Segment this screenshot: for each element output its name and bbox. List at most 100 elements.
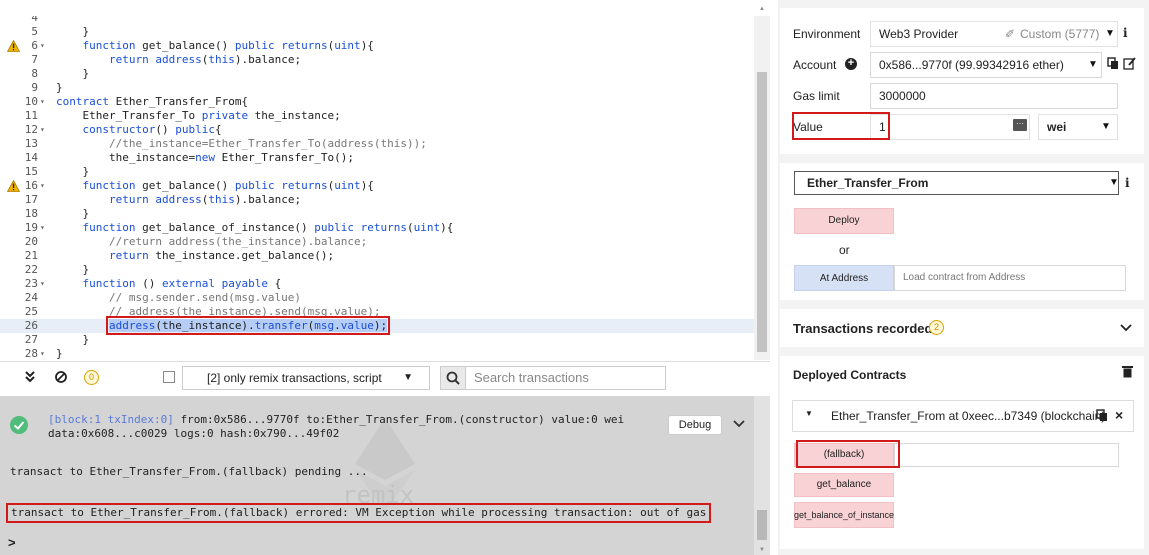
line-number: 10 — [24, 95, 38, 108]
code-text: return address(this).balance; — [108, 193, 302, 206]
copy-address-icon[interactable] — [1096, 409, 1108, 425]
code-line[interactable]: 26 address(the_instance).transfer(msg.va… — [0, 316, 754, 335]
fold-caret-icon[interactable]: ▾ — [40, 123, 50, 137]
line-number: 19 — [24, 221, 38, 234]
fold-caret-icon[interactable]: ▾ — [40, 347, 50, 360]
tx-summary-line[interactable]: [block:1 txIndex:0] from:0x586...9770f t… — [48, 413, 624, 427]
code-line[interactable]: 22 } — [0, 263, 754, 277]
deployed-instance-row[interactable]: ▼ Ether_Transfer_From at 0xeec...b7349 (… — [792, 400, 1134, 432]
terminal-scrollbar[interactable] — [754, 396, 770, 555]
value-unit-select[interactable]: wei ▼ — [1038, 114, 1118, 140]
contract-value: Ether_Transfer_From — [807, 176, 929, 190]
chevron-down-icon[interactable] — [1120, 322, 1132, 336]
code-line[interactable]: 27 } — [0, 333, 754, 347]
code-line[interactable]: 14 the_instance=new Ether_Transfer_To(); — [0, 151, 754, 165]
line-number: 15 — [24, 165, 38, 178]
environment-select[interactable]: Web3 Provider ✐ Custom (5777) ▼ — [870, 21, 1118, 47]
double-chevron-down-icon[interactable] — [24, 370, 36, 387]
code-line[interactable]: 20 //return address(the_instance).balanc… — [0, 235, 754, 249]
code-line[interactable]: 8 } — [0, 67, 754, 81]
fold-caret-icon[interactable]: ▾ — [40, 221, 50, 235]
code-text: } — [56, 165, 90, 178]
code-line[interactable]: 23 ▾ function () external payable { — [0, 277, 754, 291]
line-number: 28 — [24, 347, 38, 360]
info-icon[interactable]: i — [1123, 26, 1128, 40]
environment-value: Web3 Provider — [879, 27, 959, 41]
code-line[interactable]: 17 return address(this).balance; — [0, 193, 754, 207]
code-line[interactable]: 12 ▾ constructor() public{ — [0, 123, 754, 137]
expand-chevron-icon[interactable] — [733, 417, 745, 432]
code-line[interactable]: 7 return address(this).balance; — [0, 53, 754, 67]
code-line[interactable]: 6 ▾ function get_balance() public returns… — [0, 39, 754, 53]
contract-address-input[interactable]: Load contract from Address — [894, 265, 1126, 291]
caret-down-icon: ▼ — [1109, 177, 1119, 188]
transactions-recorded-card[interactable]: Transactions recorded: 2 — [780, 309, 1144, 347]
contract-select[interactable]: Ether_Transfer_From ▼ — [794, 171, 1119, 195]
value-input[interactable]: 1 — [870, 114, 1030, 140]
code-line[interactable]: 18 } — [0, 207, 754, 221]
console-prompt[interactable]: > — [8, 535, 16, 550]
line-number: 7 — [31, 53, 38, 66]
scroll-up-arrow-icon[interactable]: ▲ — [759, 6, 765, 12]
line-number: 4 — [31, 16, 38, 24]
copy-icon[interactable] — [1107, 57, 1119, 73]
deploy-button[interactable]: Deploy — [794, 208, 894, 234]
code-line[interactable]: 9} — [0, 81, 754, 95]
terminal-scroll-thumb[interactable] — [757, 510, 767, 540]
tx-data-line: data:0x608...c0029 logs:0 hash:0x790...4… — [48, 427, 340, 440]
line-number: 26 — [24, 319, 38, 332]
terminal-toolbar: 0 [2] only remix transactions, script ▼ … — [0, 361, 770, 393]
code-line[interactable]: 11 Ether_Transfer_To private the_instanc… — [0, 109, 754, 123]
code-text: address(the_instance).transfer(msg.value… — [105, 316, 391, 335]
edit-icon[interactable] — [1123, 57, 1136, 73]
editor-scroll-thumb[interactable] — [757, 72, 767, 352]
at-address-button[interactable]: At Address — [794, 265, 894, 291]
account-select[interactable]: 0x586...9770f (99.99342916 ether) ▼ — [870, 52, 1102, 78]
code-line[interactable]: 25 // address(the_instance).send(msg.val… — [0, 305, 754, 319]
code-line[interactable]: 13 //the_instance=Ether_Transfer_To(addr… — [0, 137, 754, 151]
transaction-filter-select[interactable]: [2] only remix transactions, script ▼ — [182, 366, 430, 390]
listen-network-checkbox[interactable] — [163, 371, 175, 383]
code-text: } — [56, 347, 63, 360]
info-icon[interactable]: i — [1125, 176, 1130, 190]
code-line[interactable]: 4 — [0, 16, 754, 25]
clear-console-icon[interactable] — [54, 370, 68, 387]
gas-limit-input[interactable]: 3000000 — [870, 83, 1118, 109]
editor-scrollbar[interactable] — [754, 16, 770, 360]
code-line[interactable]: 28 ▾} — [0, 347, 754, 360]
code-text: } — [56, 333, 90, 346]
get-balance-button[interactable]: get_balance — [794, 473, 894, 497]
fold-caret-icon[interactable]: ▾ — [40, 39, 50, 53]
code-text: function () external payable { — [82, 277, 282, 290]
get-balance-of-instance-button[interactable]: get_balance_of_instance — [794, 502, 894, 528]
code-line[interactable]: 10 ▾ contract Ether_Transfer_From{ — [0, 95, 754, 109]
code-text: } — [56, 207, 90, 220]
code-text: } — [56, 25, 90, 38]
code-line[interactable]: 19 ▾ function get_balance_of_instance() p… — [0, 221, 754, 235]
scroll-down-arrow-icon[interactable]: ▼ — [759, 547, 765, 553]
code-text: contract Ether_Transfer_From{ — [56, 95, 249, 108]
code-line[interactable]: 21 return the_instance.get_balance(); — [0, 249, 754, 263]
caret-down-icon[interactable]: ▼ — [805, 409, 813, 418]
calculator-icon[interactable]: ··· — [1013, 119, 1027, 131]
add-account-icon[interactable]: + — [845, 58, 857, 70]
contract-deploy-card: Ether_Transfer_From ▼ i Deploy or At Add… — [780, 163, 1144, 300]
line-number: 6 — [31, 39, 38, 52]
run-panel: Environment Web3 Provider ✐ Custom (5777… — [778, 0, 1149, 555]
search-button[interactable] — [440, 366, 466, 390]
fold-caret-icon[interactable]: ▾ — [40, 179, 50, 193]
code-text: return the_instance.get_balance(); — [108, 249, 335, 262]
close-icon[interactable]: × — [1115, 407, 1123, 423]
code-text: } — [56, 67, 90, 80]
code-line[interactable]: 15 } — [0, 165, 754, 179]
code-line[interactable]: 5 } — [0, 25, 754, 39]
code-line[interactable]: 24 // msg.sender.send(msg.value) — [0, 291, 754, 305]
search-transactions-input[interactable]: Search transactions — [466, 366, 666, 390]
code-line[interactable]: 16 ▾ function get_balance() public return… — [0, 179, 754, 193]
fold-caret-icon[interactable]: ▾ — [40, 95, 50, 109]
code-editor[interactable]: 4 5 } 6 ▾ function get_balance() public re… — [0, 16, 770, 360]
debug-button[interactable]: Debug — [668, 415, 722, 435]
fold-caret-icon[interactable]: ▾ — [40, 277, 50, 291]
fallback-input[interactable] — [894, 443, 1119, 467]
trash-icon[interactable] — [1122, 365, 1133, 381]
